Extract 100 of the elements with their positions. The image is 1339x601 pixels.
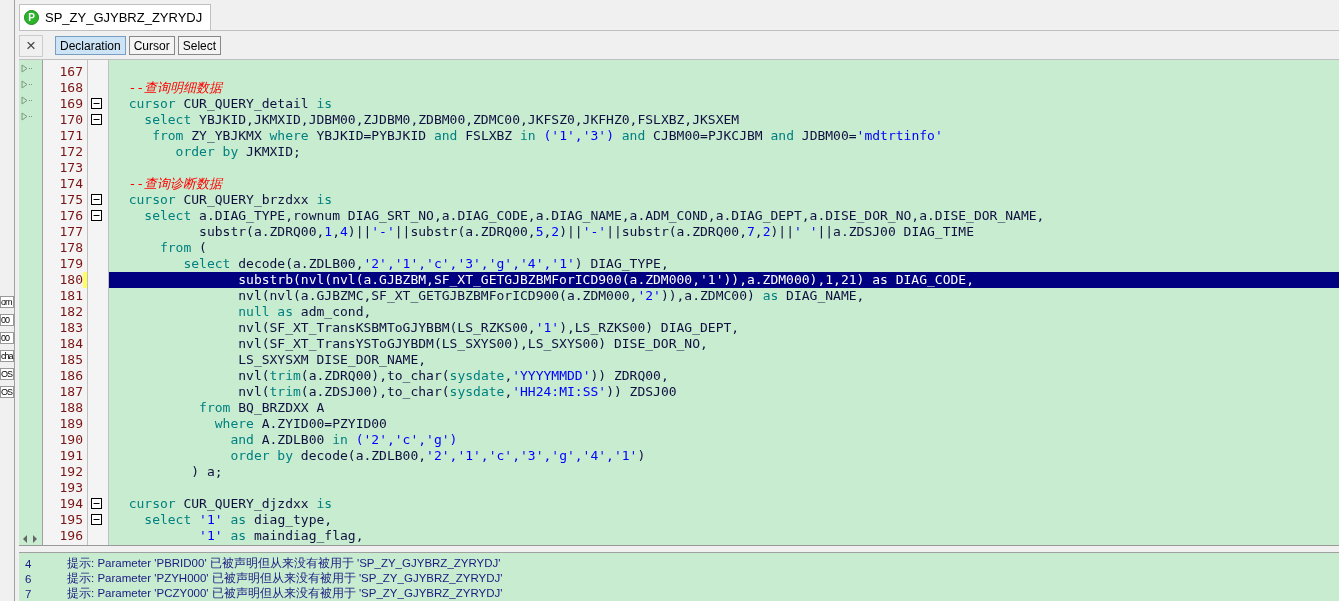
string-token: 'HH24:MI:SS' — [512, 383, 607, 399]
keyword-token: cursor — [127, 95, 176, 111]
keyword-token: sysdate — [449, 367, 505, 383]
code-text: nvl(SF_XT_TransKSBMToGJYBBM(LS_RZKS00, — [237, 319, 536, 335]
code-text: , — [543, 223, 552, 239]
code-text: CUR_QUERY_djzdxx — [182, 495, 310, 511]
string-token: '2','1','c','3','g','4','1' — [426, 447, 638, 463]
collapse-icon[interactable] — [91, 514, 102, 526]
string-token: 'mdtrtinfo' — [856, 127, 943, 143]
panel-field[interactable]: cha — [0, 350, 14, 362]
message-line-number: 6 — [24, 572, 33, 585]
code-text: JDBM00= — [800, 127, 857, 143]
code-text: a.DIAG_TYPE,rownum DIAG_SRT_NO,a.DIAG_CODE,a.DIAG_NAME,a.ADM_COND,a.DIAG_DEPT,a.DISE_DOR_NO,a.DISE_DOR_NAME, — [198, 207, 1045, 223]
code-text: , — [504, 367, 513, 383]
string-token: 2 — [551, 223, 560, 239]
line-number: 189 — [58, 415, 83, 432]
editor-tab[interactable]: P SP_ZY_GJYBRZ_ZYRYDJ — [19, 3, 212, 30]
keyword-token: and — [621, 127, 646, 143]
keyword-token: sysdate — [449, 383, 505, 399]
keyword-token: null as — [237, 303, 293, 319]
line-number: 175 — [58, 191, 83, 208]
collapse-icon[interactable] — [91, 98, 102, 110]
line-number: 182 — [58, 303, 83, 320]
code-text: JKMXID; — [245, 143, 301, 159]
code-comment: --查询明细数据 — [127, 79, 223, 95]
line-number: 195 — [58, 511, 83, 528]
string-token: '-' — [371, 223, 395, 239]
keyword-token: is — [316, 95, 333, 111]
line-number: 176 — [58, 207, 83, 224]
code-text: ) — [856, 271, 866, 287]
string-token: ('1','3') — [542, 127, 615, 143]
code-text: YBJKID=PYBJKID — [315, 127, 428, 143]
code-text: DIAG_NAME, — [785, 287, 865, 303]
keyword-token: trim — [269, 367, 301, 383]
code-text: A.ZDLB00 — [260, 431, 326, 447]
string-token: 1 — [324, 223, 333, 239]
string-token: 1 — [825, 271, 834, 287]
message-line-number: 7 — [24, 587, 33, 600]
line-number: 186 — [58, 367, 83, 384]
string-token: '1' — [700, 271, 724, 287]
collapse-icon[interactable] — [91, 498, 102, 510]
keyword-token: from — [151, 127, 184, 143]
code-text: maindiag_flag, — [252, 527, 364, 543]
code-text: ZY_YBJKMX — [190, 127, 263, 143]
code-text: nvl(SF_XT_TransYSToGJYBDM(LS_SXYS00),LS_SXYS00) DISE_DOR_NO, — [237, 335, 708, 351]
line-number: 196 — [58, 527, 83, 544]
code-text: )|| — [347, 223, 372, 239]
string-token: 7 — [747, 223, 755, 239]
scroll-left-icon[interactable] — [23, 535, 27, 543]
code-text: ||substr(a.ZDRQ00, — [394, 223, 536, 239]
message-text[interactable]: 提示: Parameter 'PCZY000' 已被声明但从来没有被用于 'SP_ZY_GJYBRZ_ZYRYDJ' — [67, 586, 503, 601]
code-text: decode(a.ZDLB00, — [237, 255, 364, 271]
message-text[interactable]: 提示: Parameter 'PZYH000' 已被声明但从来没有被用于 'SP_ZY_GJYBRZ_ZYRYDJ' — [67, 571, 503, 586]
keyword-token: where — [269, 127, 309, 143]
line-number: 170 — [58, 111, 83, 128]
message-text[interactable]: 提示: Parameter 'PBRID00' 已被声明但从来没有被用于 'SP_ZY_GJYBRZ_ZYRYDJ' — [67, 556, 501, 571]
collapse-icon[interactable] — [91, 194, 102, 206]
code-text: )) ZDSJ00 — [606, 383, 677, 399]
section-button[interactable]: Declaration — [55, 36, 126, 56]
line-number: 193 — [58, 479, 83, 496]
line-number: 191 — [58, 447, 83, 464]
close-button[interactable]: × — [19, 34, 43, 57]
section-button[interactable]: Select — [177, 36, 222, 56]
collapse-icon[interactable] — [91, 114, 102, 126]
code-text: FSLXBZ — [464, 127, 514, 143]
collapse-icon[interactable] — [91, 210, 102, 222]
string-token: ' ' — [794, 223, 818, 239]
string-token: 2 — [762, 223, 771, 239]
code-text: LS_SXYSXM DISE_DOR_NAME, — [237, 351, 427, 367]
code-text: DIAG_CODE, — [894, 271, 974, 287]
code-text: nvl( — [237, 383, 270, 399]
keyword-token: and — [433, 127, 458, 143]
code-text: adm_cond, — [299, 303, 372, 319]
line-number: 190 — [58, 431, 83, 448]
code-text: CJBM00=PJKCJBM — [652, 127, 764, 143]
code-text: , — [332, 223, 340, 239]
message-line-number: 4 — [24, 557, 33, 570]
line-number: 167 — [58, 63, 83, 80]
line-number: 177 — [58, 223, 83, 240]
keyword-token: is — [316, 191, 333, 207]
code-text: CUR_QUERY_detail — [182, 95, 310, 111]
code-text: ) — [637, 447, 646, 463]
panel-field[interactable]: OS — [0, 368, 14, 380]
string-token: '1' — [198, 511, 224, 527]
string-token: '2' — [637, 287, 661, 303]
section-button[interactable]: Cursor — [128, 36, 175, 56]
scroll-right-icon[interactable] — [33, 535, 37, 543]
panel-field[interactable]: 00 — [0, 332, 14, 344]
panel-field[interactable]: 00 — [0, 314, 14, 326]
keyword-token: cursor — [127, 495, 176, 511]
code-text: , — [504, 383, 513, 399]
line-number: 183 — [58, 319, 83, 336]
keyword-token: as — [872, 271, 888, 287]
panel-field[interactable]: om — [0, 296, 14, 308]
panel-field[interactable]: OS — [0, 386, 14, 398]
code-text: , — [754, 223, 763, 239]
keyword-token: as — [230, 527, 247, 543]
keyword-token: cursor — [127, 191, 176, 207]
code-text: )|| — [770, 223, 794, 239]
keyword-token: trim — [269, 383, 301, 399]
